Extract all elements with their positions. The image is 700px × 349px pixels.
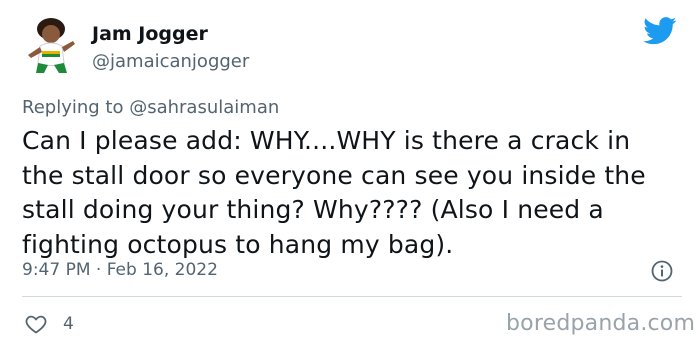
tweet-line: Can I please add: WHY....WHY is there a … — [22, 126, 631, 155]
divider — [22, 296, 682, 297]
tweet-line: fighting octopus to hang my bag). — [22, 229, 454, 259]
tweet-line: stall doing your thing? Why???? (Also I … — [22, 195, 604, 224]
tweet-text: Can I please add: WHY....WHY is there a … — [22, 124, 682, 262]
replying-to-label: Replying to — [22, 97, 124, 118]
replying-to-user[interactable]: @sahrasulaiman — [129, 97, 279, 118]
twitter-bird-icon[interactable] — [643, 17, 677, 45]
like-count: 4 — [63, 314, 74, 334]
watermark: boredpanda.com — [506, 311, 696, 336]
tweet-timestamp[interactable]: 9:47 PM · Feb 16, 2022 — [22, 260, 218, 280]
heart-icon[interactable] — [24, 312, 48, 336]
author-handle[interactable]: @jamaicanjogger — [92, 51, 249, 72]
info-icon[interactable] — [650, 259, 674, 283]
author-name[interactable]: Jam Jogger — [92, 23, 208, 45]
tweet-line: the stall door so everyone can see you i… — [22, 160, 646, 190]
replying-to: Replying to @sahrasulaiman — [22, 97, 279, 118]
avatar[interactable] — [20, 13, 82, 75]
